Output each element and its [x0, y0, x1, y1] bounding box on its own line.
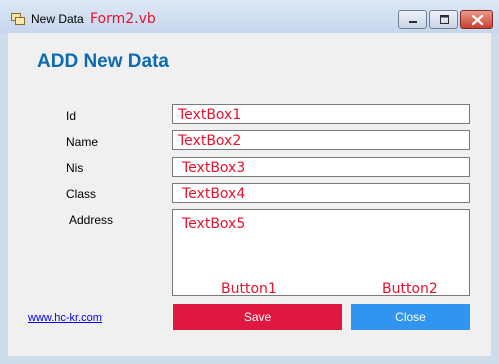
- close-button-annotation: Button2: [382, 281, 438, 297]
- minimize-icon: [409, 21, 417, 23]
- form-file-annotation: Form2.vb: [90, 11, 156, 27]
- id-field-annotation: TextBox1: [178, 107, 242, 123]
- window-bottom-border: [0, 356, 499, 364]
- close-icon: [471, 14, 484, 26]
- nis-field-annotation: TextBox3: [182, 160, 246, 176]
- title-bar[interactable]: New Data Form2.vb: [0, 0, 499, 33]
- window-close-button[interactable]: [460, 10, 493, 29]
- close-button[interactable]: Close: [351, 304, 470, 330]
- name-label: Name: [66, 135, 99, 149]
- save-button-annotation: Button1: [221, 281, 277, 297]
- window-title: New Data: [31, 12, 84, 26]
- maximize-icon: [440, 15, 449, 24]
- address-field-annotation: TextBox5: [182, 216, 246, 232]
- name-field-annotation: TextBox2: [178, 133, 242, 149]
- class-field-annotation: TextBox4: [182, 186, 246, 202]
- website-link[interactable]: www.hc-kr.com: [28, 312, 102, 324]
- page-title: ADD New Data: [37, 51, 169, 72]
- form-window: New Data Form2.vb ADD New Data Id TextBo…: [0, 0, 499, 364]
- app-icon: [11, 12, 25, 25]
- id-label: Id: [66, 109, 77, 123]
- minimize-button[interactable]: [398, 10, 427, 29]
- nis-label: Nis: [66, 161, 84, 175]
- maximize-button[interactable]: [429, 10, 458, 29]
- save-button[interactable]: Save: [173, 304, 342, 330]
- class-label: Class: [66, 187, 97, 201]
- address-label: Address: [69, 213, 114, 227]
